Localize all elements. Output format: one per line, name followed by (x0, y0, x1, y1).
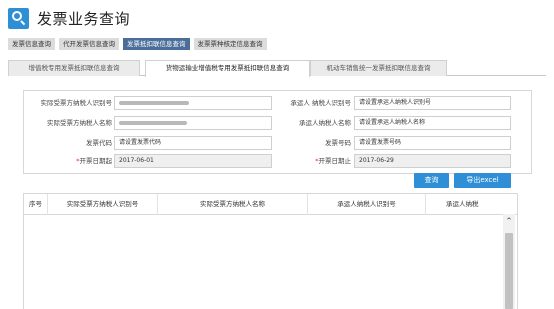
invoice-number-input[interactable]: 请设置发票号码 (354, 136, 511, 150)
column-header-recipient-taxid: 实际受票方纳税人识别号 (48, 194, 158, 215)
recipient-taxid-label: 实际受票方纳税人识别号 (40, 99, 113, 107)
invoice-code-input[interactable]: 请设置发票代码 (114, 136, 272, 150)
page-title: 发票业务查询 (37, 9, 131, 28)
recipient-name-input[interactable] (114, 116, 272, 130)
blurred-value (119, 101, 189, 105)
sub-tab-bar: 增值税专用发票抵扣联信息查询 货物运输业增值税专用发票抵扣联信息查询 机动车销售… (8, 60, 546, 77)
blurred-value (119, 121, 187, 125)
query-button[interactable]: 查询 (414, 173, 449, 188)
end-date-label: *开票日期止 (274, 155, 351, 165)
invoice-number-label: 发票号码 (325, 139, 351, 147)
tab-agent-invoice-info[interactable]: 代开发票信息查询 (59, 38, 119, 50)
tab-invoice-type-approval[interactable]: 发票票种核定信息查询 (193, 38, 267, 50)
carrier-name-input[interactable]: 请设置承运人纳税人名称 (354, 116, 511, 130)
export-excel-button[interactable]: 导出excel (454, 173, 511, 188)
search-icon (8, 7, 29, 29)
table-header: 序号 实际受票方纳税人识别号 实际受票方纳税人名称 承运人纳税人识别号 承运人纳… (24, 194, 517, 215)
results-table: 序号 实际受票方纳税人识别号 实际受票方纳税人名称 承运人纳税人识别号 承运人纳… (23, 193, 518, 309)
recipient-name-label: 实际受票方纳税人名称 (47, 119, 112, 127)
column-header-carrier-name: 承运人纳税 (446, 200, 479, 208)
invoice-code-label: 发票代码 (86, 139, 112, 147)
end-date-input[interactable]: 2017-06-29 (354, 154, 511, 168)
tab-invoice-info[interactable]: 发票信息查询 (8, 38, 55, 50)
query-form: 实际受票方纳税人识别号 承运人 纳税人识别号 请设置承运人纳税人识别号 实际受票… (23, 90, 532, 174)
start-date-label-text: 开票日期起 (79, 157, 113, 165)
subtab-motor-vehicle[interactable]: 机动车销售统一发票抵扣联信息查询 (310, 60, 447, 76)
start-date-input[interactable]: 2017-06-01 (114, 154, 272, 168)
tab-deduction-info[interactable]: 发票抵扣联信息查询 (123, 38, 190, 50)
carrier-taxid-input[interactable]: 请设置承运人纳税人识别号 (354, 96, 511, 110)
column-header-carrier-taxid: 承运人纳税人识别号 (308, 194, 426, 215)
recipient-taxid-input[interactable] (114, 96, 272, 110)
top-tab-bar: 发票信息查询 代开发票信息查询 发票抵扣联信息查询 发票票种核定信息查询 (8, 38, 267, 50)
column-header-recipient-name: 实际受票方纳税人名称 (158, 194, 308, 215)
scrollbar-thumb[interactable] (505, 233, 513, 309)
subtab-freight-vat[interactable]: 货物运输业增值税专用发票抵扣联信息查询 (145, 60, 310, 77)
chevron-up-icon[interactable]: ⌃ (503, 216, 515, 228)
carrier-taxid-label: 承运人 纳税人识别号 (290, 99, 351, 107)
page-header: 发票业务查询 (8, 7, 130, 29)
end-date-label-text: 开票日期止 (318, 157, 352, 165)
column-header-index: 序号 (24, 194, 48, 215)
carrier-name-label: 承运人纳税人名称 (299, 119, 351, 127)
start-date-label: *开票日期起 (24, 155, 112, 165)
subtab-vat-special[interactable]: 增值税专用发票抵扣联信息查询 (8, 60, 140, 76)
table-scrollbar[interactable]: ⌃ (503, 214, 515, 309)
